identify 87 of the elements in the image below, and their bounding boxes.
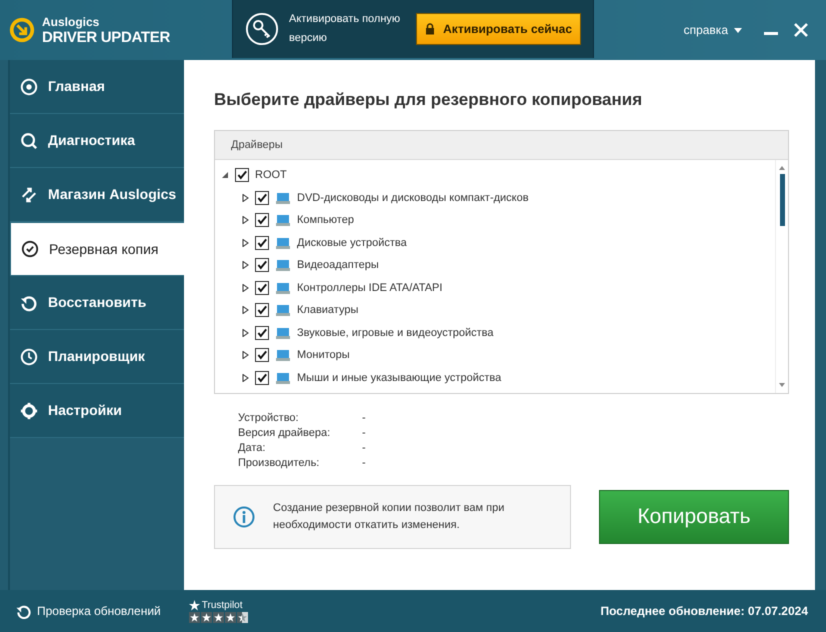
expand-icon[interactable]	[241, 328, 249, 337]
scrollbar[interactable]	[775, 160, 788, 393]
checkbox[interactable]	[255, 213, 269, 228]
checkbox[interactable]	[255, 348, 269, 362]
search-icon	[20, 132, 38, 150]
sidebar-item[interactable]: Диагностика	[10, 114, 184, 168]
star-icon	[188, 600, 200, 610]
star-icon	[224, 612, 236, 622]
tree-item-label[interactable]: Контроллеры IDE ATA/ATAPI	[297, 282, 442, 294]
key-icon	[245, 12, 279, 46]
caret-icon	[734, 28, 742, 32]
tree-item-label[interactable]: Клавиатуры	[297, 304, 358, 316]
detail-value: -	[362, 427, 367, 439]
tree-item-label[interactable]: Компьютер	[297, 214, 354, 226]
checkbox[interactable]	[255, 190, 269, 205]
device-icon	[275, 258, 291, 272]
sidebar-item[interactable]: Планировщик	[10, 330, 184, 384]
arrows-icon	[20, 186, 38, 204]
checkbox[interactable]	[255, 370, 269, 385]
scroll-down-icon[interactable]	[779, 383, 785, 387]
expand-icon[interactable]	[241, 216, 249, 224]
sidebar-item[interactable]: Резервная копия	[10, 222, 186, 276]
detail-label: Дата:	[238, 442, 266, 454]
device-icon	[275, 370, 291, 385]
info-text: Создание резервной копии позволит вам при необходимости откатить изменения.	[273, 501, 506, 533]
detail-label: Устройство:	[238, 412, 300, 424]
column-header: Драйверы	[215, 131, 788, 160]
device-icon	[275, 236, 291, 250]
checkbox[interactable]	[255, 258, 269, 272]
trustpilot-label: Trustpilot	[188, 600, 248, 610]
expand-icon[interactable]	[241, 284, 249, 292]
detail-value: -	[362, 457, 367, 469]
device-icon	[275, 213, 291, 228]
tree-item-label[interactable]: Звуковые, игровые и видеоустройства	[297, 326, 494, 339]
copy-button[interactable]: Копировать	[599, 490, 789, 544]
device-icon	[275, 190, 291, 205]
expand-icon[interactable]	[241, 306, 249, 314]
expand-icon[interactable]	[241, 194, 249, 202]
star-icon	[188, 612, 200, 622]
detail-value: -	[362, 442, 367, 454]
target-icon	[20, 78, 38, 96]
help-menu[interactable]: справка	[684, 23, 742, 37]
device-icon	[275, 326, 291, 340]
refresh-icon	[16, 604, 31, 618]
tree-item-label[interactable]: Дисковые устройства	[297, 236, 407, 249]
star-icon	[200, 612, 212, 622]
sidebar-item[interactable]: Магазин Auslogics	[10, 168, 184, 222]
expand-icon[interactable]	[221, 171, 229, 180]
check-updates-link[interactable]: Проверка обновлений	[16, 604, 161, 618]
sidebar-item[interactable]: Восстановить	[10, 276, 184, 330]
star-icon	[212, 612, 224, 622]
tree-item-label[interactable]: DVD-дисководы и дисководы компакт-дисков	[297, 192, 529, 204]
detail-label: Версия драйвера:	[238, 427, 332, 439]
info-icon	[233, 506, 255, 528]
star-icon	[236, 612, 248, 622]
gear-icon	[20, 402, 38, 420]
tree-item-label[interactable]: ROOT	[255, 169, 287, 182]
expand-icon[interactable]	[241, 351, 249, 360]
tree-item-label[interactable]: Мыши и иные указывающие устройства	[297, 372, 502, 384]
lock-icon	[425, 23, 436, 35]
logo-icon	[8, 16, 36, 44]
expand-icon[interactable]	[241, 374, 249, 382]
promo-text: Активировать полную версию	[289, 12, 402, 46]
detail-label: Производитель:	[238, 457, 320, 469]
sidebar-item[interactable]: Главная	[10, 60, 184, 114]
device-icon	[275, 348, 291, 362]
last-update-text: Последнее обновление: 07.07.2024	[600, 604, 808, 618]
scroll-up-icon[interactable]	[779, 166, 785, 170]
tree-item-label[interactable]: Мониторы	[297, 349, 350, 362]
sidebar-item[interactable]: Настройки	[10, 384, 184, 438]
restore-icon	[20, 294, 38, 312]
brand-subtitle: Auslogics	[42, 14, 100, 28]
expand-icon[interactable]	[241, 261, 249, 270]
checkbox[interactable]	[255, 326, 269, 340]
brand-title: DRIVER UPDATER	[42, 28, 170, 46]
checkbox[interactable]	[235, 168, 249, 182]
checkbox[interactable]	[255, 303, 269, 318]
device-icon	[275, 280, 291, 295]
activate-button[interactable]: Активировать сейчас	[416, 13, 581, 45]
device-icon	[275, 303, 291, 318]
expand-icon[interactable]	[241, 238, 249, 247]
checkbox[interactable]	[255, 280, 269, 295]
detail-value: -	[362, 412, 367, 424]
tree-item-label[interactable]: Видеоадаптеры	[297, 259, 379, 272]
close-icon[interactable]	[794, 23, 808, 37]
checkbox[interactable]	[255, 236, 269, 250]
page-title: Выберите драйверы для резервного копирования	[214, 90, 644, 110]
